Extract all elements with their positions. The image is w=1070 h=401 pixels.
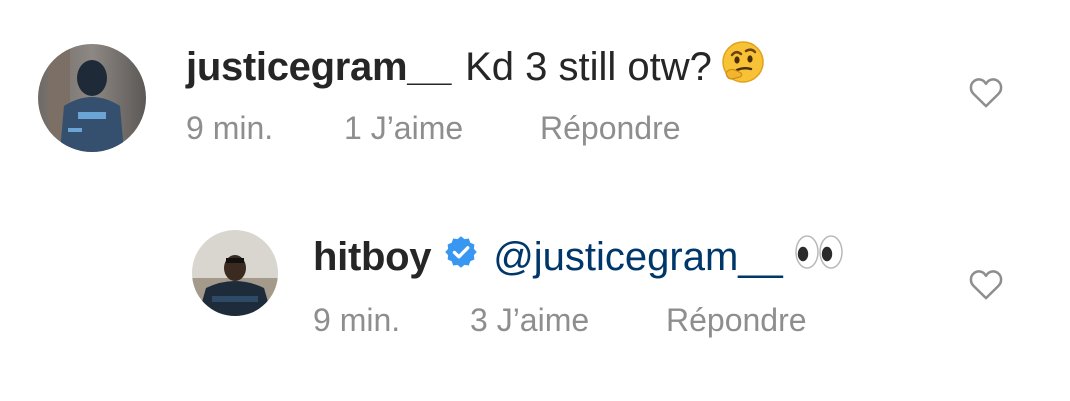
avatar[interactable] <box>38 44 146 152</box>
comment-hitboy: hitboy @justicegram__ 9 min. 3 J’aime Ré… <box>0 220 1070 401</box>
reply-time: 9 min. <box>313 302 401 338</box>
reply-likes[interactable]: 3 J’aime <box>470 302 589 339</box>
avatar[interactable] <box>192 230 278 316</box>
reply-meta: 9 min. 3 J’aime Répondre <box>313 302 913 342</box>
heart-icon[interactable] <box>966 72 1006 112</box>
comment-time: 9 min. <box>186 110 274 146</box>
comment-text: Kd 3 still otw? <box>465 44 712 89</box>
eyes-icon <box>791 232 847 282</box>
comment-justicegram: justicegram__ Kd 3 still otw? 9 min. 1 J… <box>0 0 1070 180</box>
comment-line: justicegram__ Kd 3 still otw? <box>186 40 766 94</box>
heart-icon[interactable] <box>966 264 1006 304</box>
reply-line: hitboy @justicegram__ <box>313 230 847 284</box>
verified-badge-icon <box>443 234 479 280</box>
reply-mention[interactable]: @justicegram__ <box>493 235 783 280</box>
reply-username[interactable]: hitboy <box>313 235 431 280</box>
reply-button[interactable]: Répondre <box>666 302 807 339</box>
comment-likes[interactable]: 1 J’aime <box>344 110 463 147</box>
reply-button[interactable]: Répondre <box>540 110 681 147</box>
comment-username[interactable]: justicegram__ <box>186 45 451 90</box>
thinking-face-icon <box>720 39 766 95</box>
comment-meta: 9 min. 1 J’aime Répondre <box>186 110 786 150</box>
